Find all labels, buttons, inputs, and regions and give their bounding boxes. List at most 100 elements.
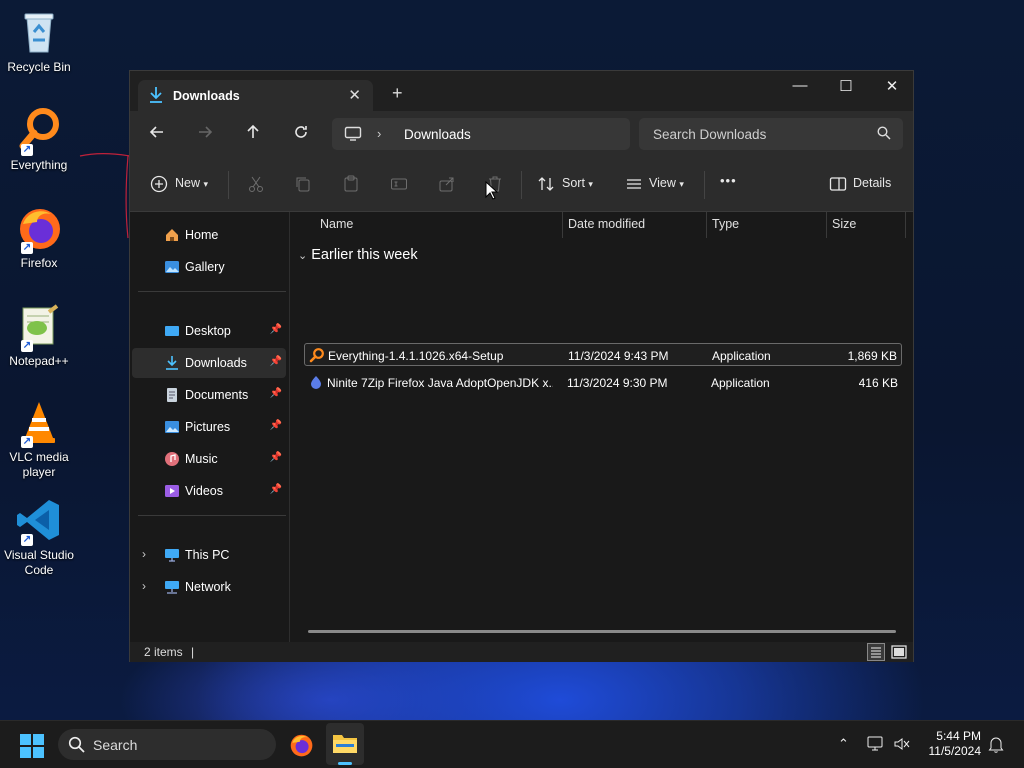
desktop-icon-label: Notepad++ (9, 354, 69, 368)
taskbar-firefox-icon[interactable] (288, 732, 314, 761)
desktop-icon-everything[interactable]: ↗ Everything (0, 106, 78, 173)
close-button[interactable]: ✕ (869, 77, 915, 95)
share-icon[interactable] (438, 175, 456, 193)
arrow-up-icon (247, 124, 259, 138)
taskbar-search-placeholder: Search (93, 737, 138, 753)
pin-icon[interactable]: 📌 (270, 452, 282, 463)
desktop-icon-vscode[interactable]: ↗ Visual Studio Code (0, 496, 78, 578)
chevron-down-icon: ▾ (679, 179, 684, 189)
copy-icon[interactable] (294, 175, 312, 193)
file-row[interactable]: Everything-1.4.1.1026.x64-Setup 11/3/202… (304, 343, 902, 366)
sidebar-item-music[interactable]: Music 📌 (132, 444, 286, 474)
breadcrumb-downloads[interactable]: Downloads (404, 127, 471, 142)
tiles-view-icon[interactable] (890, 643, 908, 664)
new-button[interactable]: New ▾ (175, 176, 208, 190)
column-divider[interactable] (826, 212, 827, 238)
sidebar-divider (138, 515, 286, 516)
title-bar: Downloads ✕ + — ☐ ✕ (130, 71, 913, 111)
monitor-icon (344, 126, 362, 145)
group-header[interactable]: ⌄ Earlier this week (298, 247, 418, 263)
sidebar-item-network[interactable]: › Network (132, 572, 286, 602)
sidebar-item-label: Home (185, 228, 219, 242)
sidebar-item-gallery[interactable]: Gallery (132, 252, 286, 282)
home-icon (164, 227, 180, 243)
horizontal-scrollbar[interactable] (308, 630, 896, 633)
chevron-right-icon[interactable]: › (142, 547, 146, 561)
column-divider[interactable] (905, 212, 906, 238)
sidebar-item-downloads[interactable]: Downloads 📌 (132, 348, 286, 378)
file-row[interactable]: Ninite 7Zip Firefox Java AdoptOpenJDK x.… (304, 371, 902, 394)
status-bar: 2 items | (130, 642, 913, 662)
details-button[interactable]: Details (853, 176, 891, 190)
desktop-icon-label: Visual Studio Code (4, 548, 74, 577)
breadcrumb-chevron-icon[interactable]: › (377, 126, 381, 141)
column-header-size[interactable]: Size (832, 217, 856, 231)
details-pane-icon (829, 175, 847, 193)
sidebar-item-this-pc[interactable]: › This PC (132, 540, 286, 570)
back-button[interactable] (145, 124, 169, 146)
chevron-down-icon: ⌄ (298, 250, 308, 262)
tab-downloads[interactable]: Downloads ✕ (138, 80, 373, 111)
toolbar-divider (704, 171, 705, 199)
toolbar-divider (228, 171, 229, 199)
everything-icon (309, 347, 325, 366)
file-list: Name Date modified Type Size ⌄ Earlier t… (290, 212, 914, 642)
view-button[interactable]: View ▾ (649, 176, 684, 190)
search-box[interactable]: Search Downloads (639, 118, 903, 150)
sidebar-item-documents[interactable]: Documents 📌 (132, 380, 286, 410)
desktop-icon-vlc[interactable]: ↗ VLC media player (0, 398, 78, 480)
cut-icon[interactable] (247, 175, 265, 193)
shortcut-arrow-icon: ↗ (21, 534, 33, 546)
column-header-name[interactable]: Name (320, 217, 353, 231)
show-hidden-icons-chevron-icon[interactable]: ⌃ (838, 736, 849, 752)
forward-button[interactable] (193, 124, 217, 146)
up-button[interactable] (241, 124, 265, 146)
minimize-button[interactable]: — (777, 77, 823, 94)
desktop-icon-recycle-bin[interactable]: Recycle Bin (0, 8, 78, 75)
sidebar-item-label: This PC (185, 548, 230, 562)
address-field[interactable]: › Downloads (332, 118, 630, 150)
desktop-icon-notepadpp[interactable]: ↗ Notepad++ (0, 302, 78, 369)
network-status-icon[interactable] (867, 736, 885, 755)
taskbar-file-explorer-button[interactable] (326, 723, 364, 765)
pin-icon[interactable]: 📌 (270, 420, 282, 431)
more-options-button[interactable]: ••• (720, 173, 737, 188)
sort-button[interactable]: Sort ▾ (562, 176, 593, 190)
details-view-icon[interactable] (867, 643, 885, 664)
refresh-button[interactable] (289, 124, 313, 146)
volume-muted-icon[interactable] (893, 736, 911, 755)
maximize-button[interactable]: ☐ (823, 77, 869, 95)
new-tab-button[interactable]: + (392, 83, 403, 104)
system-clock[interactable]: 5:44 PM 11/5/2024 (929, 729, 982, 759)
sidebar-item-videos[interactable]: Videos 📌 (132, 476, 286, 506)
recycle-bin-icon (15, 8, 63, 56)
ninite-icon (308, 374, 324, 393)
rename-icon[interactable] (390, 175, 408, 193)
arrow-left-icon (149, 126, 163, 138)
toolbar-divider (521, 171, 522, 199)
annotation-stroke (79, 153, 131, 239)
new-button-label: New (175, 176, 201, 190)
chevron-right-icon[interactable]: › (142, 579, 146, 593)
column-header-type[interactable]: Type (712, 217, 739, 231)
column-divider[interactable] (562, 212, 563, 238)
windows-start-icon[interactable] (20, 734, 44, 761)
pin-icon[interactable]: 📌 (270, 356, 282, 367)
desktop-icon-firefox[interactable]: ↗ Firefox (0, 204, 78, 271)
notification-bell-icon[interactable] (988, 735, 1004, 756)
file-date: 11/3/2024 9:43 PM (568, 349, 669, 363)
sidebar-item-desktop[interactable]: Desktop 📌 (132, 316, 286, 346)
paste-icon[interactable] (342, 175, 360, 193)
column-header-date[interactable]: Date modified (568, 217, 645, 231)
taskbar-search[interactable]: Search (58, 729, 276, 760)
arrow-right-icon (199, 126, 213, 138)
sidebar-item-label: Documents (185, 388, 249, 402)
pin-icon[interactable]: 📌 (270, 324, 282, 335)
tab-close-icon[interactable]: ✕ (348, 86, 361, 104)
pin-icon[interactable]: 📌 (270, 484, 282, 495)
pin-icon[interactable]: 📌 (270, 388, 282, 399)
sidebar-item-home[interactable]: Home (132, 220, 286, 250)
sidebar-item-pictures[interactable]: Pictures 📌 (132, 412, 286, 442)
column-divider[interactable] (706, 212, 707, 238)
desktop-icon-label: VLC media player (9, 450, 69, 479)
